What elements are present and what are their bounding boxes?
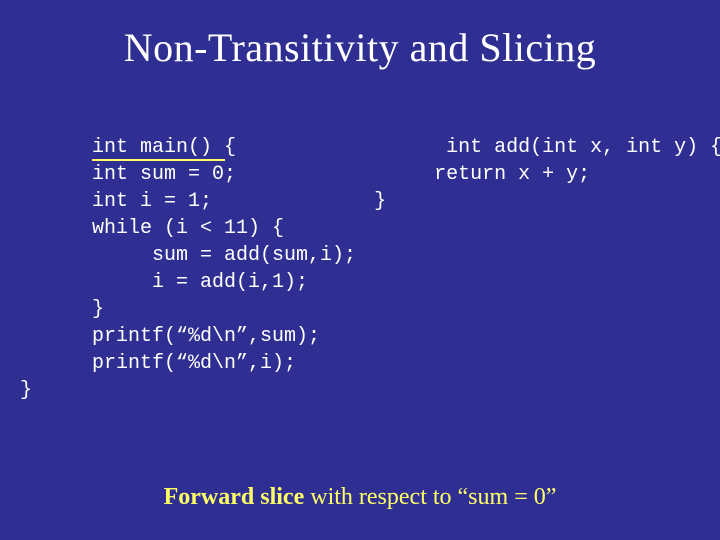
slide-container: Non-Transitivity and Slicing int main() … <box>0 0 720 540</box>
footer-bold: Forward slice <box>164 484 305 510</box>
code-area: int main() { int sum = 0; int i = 1; whi… <box>20 107 692 458</box>
code-left-column: int main() { int sum = 0; int i = 1; whi… <box>20 107 356 458</box>
code-right: int add(int x, int y) { return x + y; } <box>374 136 720 213</box>
code-right-column: int add(int x, int y) { return x + y; } <box>374 107 720 458</box>
footer-caption: Forward slice with respect to “sum = 0” <box>28 484 692 511</box>
sum-underline <box>92 159 225 161</box>
slide-title: Non-Transitivity and Slicing <box>28 24 692 71</box>
code-left: int main() { int sum = 0; int i = 1; whi… <box>20 136 356 402</box>
footer-rest: with respect to “sum = 0” <box>304 484 556 510</box>
